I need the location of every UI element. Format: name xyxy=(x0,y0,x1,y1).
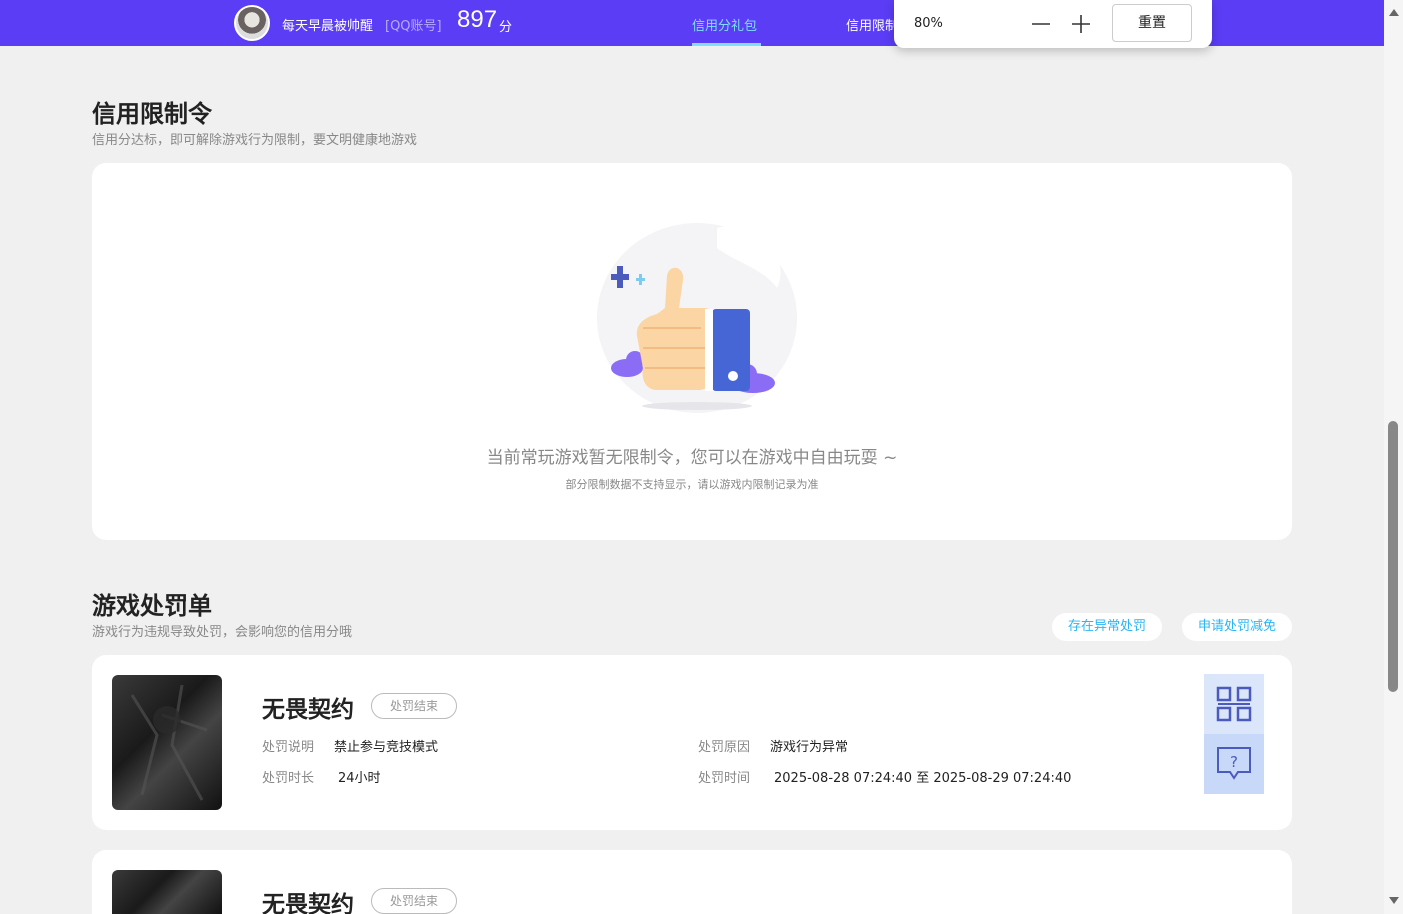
svg-text:?: ? xyxy=(1230,753,1238,771)
penalty-time-value: 2025-08-28 07:24:40 至 2025-08-29 07:24:4… xyxy=(774,771,1072,786)
restriction-subtitle: 信用分达标，即可解除游戏行为限制，要文明健康地游戏 xyxy=(92,133,418,148)
penalty-time-label: 处罚时间 xyxy=(698,771,751,786)
account-type: [QQ账号] xyxy=(385,19,442,34)
active-tab-indicator xyxy=(692,43,761,46)
penalty-title: 游戏处罚单 xyxy=(92,592,212,620)
game-artwork xyxy=(130,684,208,801)
thumbs-up-illustration xyxy=(597,223,797,413)
empty-state-message: 当前常玩游戏暂无限制令，您可以在游戏中自由玩耍 ~ xyxy=(486,448,898,468)
minus-icon xyxy=(1032,23,1050,25)
penalty-card: 无畏契约 处罚结束 处罚说明 禁止参与竞技模式 处罚时长 24小时 处罚原因 游… xyxy=(92,655,1292,830)
status-badge: 处罚结束 xyxy=(371,888,457,914)
card-side-actions: ? xyxy=(1204,674,1264,794)
help-button[interactable]: ? xyxy=(1204,734,1264,794)
penalty-desc-label: 处罚说明 xyxy=(262,740,315,755)
abnormal-penalty-button[interactable]: 存在异常处罚 xyxy=(1052,613,1162,641)
penalty-duration-value: 24小时 xyxy=(338,771,381,786)
penalty-duration-label: 处罚时长 xyxy=(262,771,315,786)
zoom-out-button[interactable] xyxy=(1026,8,1056,38)
penalty-reason-label: 处罚原因 xyxy=(698,740,751,755)
game-name: 无畏契约 xyxy=(262,892,354,914)
restriction-card: 当前常玩游戏暂无限制令，您可以在游戏中自由玩耍 ~ 部分限制数据不支持显示，请以… xyxy=(92,163,1292,540)
scroll-up-arrow[interactable] xyxy=(1389,9,1399,16)
status-badge: 处罚结束 xyxy=(371,693,457,719)
qr-code-icon xyxy=(1216,686,1252,722)
score-unit: 分 xyxy=(499,20,513,35)
zoom-popup: 80% 重置 xyxy=(894,0,1212,48)
plus-icon xyxy=(1072,15,1090,33)
game-name: 无畏契约 xyxy=(262,697,354,723)
game-cover-image xyxy=(112,675,222,810)
game-cover-image xyxy=(112,870,222,914)
penalty-reason-value: 游戏行为异常 xyxy=(770,740,849,755)
apply-reduction-button[interactable]: 申请处罚减免 xyxy=(1182,613,1292,641)
penalty-desc-value: 禁止参与竞技模式 xyxy=(334,740,439,755)
zoom-level: 80% xyxy=(914,16,943,31)
vertical-scrollbar[interactable] xyxy=(1384,0,1403,914)
user-name: 每天早晨被帅醒 xyxy=(282,19,374,34)
empty-state-note: 部分限制数据不支持显示，请以游戏内限制记录为准 xyxy=(565,478,819,491)
tab-credit-gift[interactable]: 信用分礼包 xyxy=(692,15,757,34)
penalty-card: 无畏契约 处罚结束 xyxy=(92,850,1292,914)
credit-score: 897 xyxy=(457,6,498,33)
penalty-subtitle: 游戏行为违规导致处罚，会影响您的信用分哦 xyxy=(92,625,353,640)
help-chat-icon: ? xyxy=(1217,747,1251,780)
restriction-title: 信用限制令 xyxy=(92,100,212,128)
qr-code-button[interactable] xyxy=(1204,674,1264,734)
scrollbar-thumb[interactable] xyxy=(1388,421,1398,692)
tab-credit-restriction[interactable]: 信用限制 xyxy=(846,15,898,34)
scroll-down-arrow[interactable] xyxy=(1389,897,1399,904)
zoom-reset-button[interactable]: 重置 xyxy=(1112,4,1192,42)
avatar[interactable] xyxy=(234,5,270,41)
zoom-in-button[interactable] xyxy=(1066,8,1096,38)
